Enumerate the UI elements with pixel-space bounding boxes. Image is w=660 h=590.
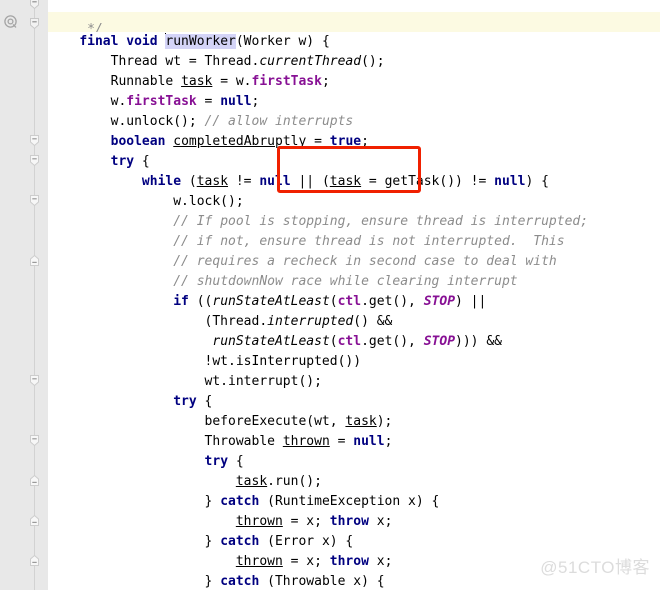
code-token-field: firstTask	[126, 94, 197, 109]
fold-marker-collapse[interactable]	[27, 16, 42, 31]
code-line[interactable]: // if not, ensure thread is not interrup…	[48, 232, 588, 252]
code-line[interactable]: Runnable task = w.firstTask;	[48, 72, 588, 92]
code-line[interactable]: beforeExecute(wt, task);	[48, 412, 588, 432]
code-token-localvar: task	[181, 74, 213, 89]
code-line[interactable]: try {	[48, 392, 588, 412]
code-line[interactable]: thrown = x; throw x;	[48, 512, 588, 532]
code-token-static-method: currentThread	[259, 54, 362, 69]
code-editor-screenshot: */ final void runWorker(Worker w) { Thre…	[0, 0, 660, 590]
override-method-icon[interactable]	[3, 14, 18, 29]
fold-marker-collapse[interactable]	[27, 133, 42, 148]
code-line[interactable]: } catch (Throwable x) {	[48, 572, 588, 590]
code-line[interactable]: (Thread.interrupted() &&	[48, 312, 588, 332]
fold-marker-collapse[interactable]	[27, 153, 42, 168]
fold-marker-collapse[interactable]	[27, 373, 42, 388]
fold-marker-end[interactable]	[27, 473, 42, 488]
code-line[interactable]: runStateAtLeast(ctl.get(), STOP))) &&	[48, 332, 588, 352]
code-line[interactable]: // requires a recheck in second case to …	[48, 252, 588, 272]
code-line[interactable]: // shutdownNow race while clearing inter…	[48, 272, 588, 292]
annotation-gutter[interactable]	[0, 0, 23, 590]
code-line[interactable]: w.lock();	[48, 192, 588, 212]
code-token-comment: // allow interrupts	[204, 114, 354, 129]
code-line[interactable]: task.run();	[48, 472, 588, 492]
code-line[interactable]: !wt.isInterrupted())	[48, 352, 588, 372]
code-line[interactable]: */	[48, 20, 588, 32]
editor-text-area[interactable]: */ final void runWorker(Worker w) { Thre…	[48, 0, 660, 590]
code-line[interactable]: } catch (Error x) {	[48, 532, 588, 552]
source-code[interactable]: */ final void runWorker(Worker w) { Thre…	[48, 0, 588, 590]
code-line[interactable]: try {	[48, 452, 588, 472]
code-token-comment: */	[48, 22, 103, 32]
selected-identifier[interactable]: runWorker	[165, 34, 236, 49]
fold-marker-collapse[interactable]	[27, 0, 42, 11]
code-line[interactable]: wt.interrupt();	[48, 372, 588, 392]
fold-marker-collapse[interactable]	[27, 433, 42, 448]
code-line[interactable]: try {	[48, 152, 588, 172]
code-line[interactable]: Thread wt = Thread.currentThread();	[48, 52, 588, 72]
fold-gutter[interactable]	[22, 0, 48, 590]
fold-marker-end[interactable]	[27, 553, 42, 568]
code-line[interactable]: thrown = x; throw x;	[48, 552, 588, 572]
watermark: @51CTO博客	[540, 558, 650, 577]
code-line[interactable]: Throwable thrown = null;	[48, 432, 588, 452]
fold-region-line	[34, 0, 35, 590]
code-token-keyword: final void	[79, 34, 166, 49]
code-line[interactable]: if ((runStateAtLeast(ctl.get(), STOP) ||	[48, 292, 588, 312]
code-line[interactable]: boolean completedAbruptly = true;	[48, 132, 588, 152]
fold-marker-end[interactable]	[27, 253, 42, 268]
code-line[interactable]: final void runWorker(Worker w) {	[48, 32, 588, 52]
code-line[interactable]: while (task != null || (task = getTask()…	[48, 172, 588, 192]
code-line[interactable]: w.firstTask = null;	[48, 92, 588, 112]
code-line[interactable]: } catch (RuntimeException x) {	[48, 492, 588, 512]
code-line[interactable]: w.unlock(); // allow interrupts	[48, 112, 588, 132]
code-line[interactable]: // If pool is stopping, ensure thread is…	[48, 212, 588, 232]
code-token-field: firstTask	[251, 74, 322, 89]
fold-marker-collapse[interactable]	[27, 193, 42, 208]
fold-marker-end[interactable]	[27, 513, 42, 528]
